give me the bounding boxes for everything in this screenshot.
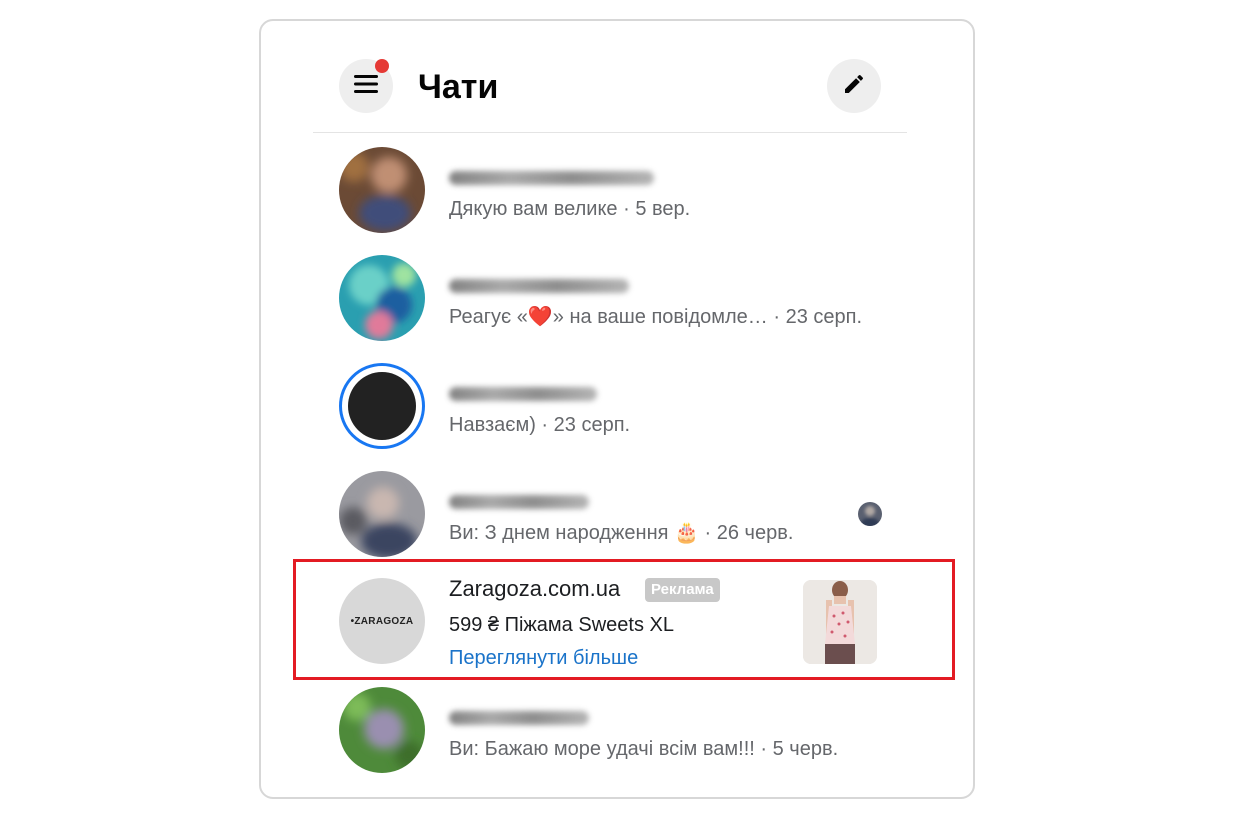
chat-row[interactable]: Дякую вам велике · 5 вер.: [261, 141, 973, 241]
header: Чати: [261, 21, 973, 133]
avatar: [339, 147, 425, 233]
compose-button[interactable]: [827, 59, 881, 113]
advertiser-logo: •ZARAGOZA: [339, 578, 425, 664]
see-more-link[interactable]: Переглянути більше: [449, 645, 638, 671]
page-title: Чати: [418, 68, 499, 106]
menu-button[interactable]: [339, 59, 393, 113]
contact-name-blurred: [449, 171, 654, 185]
header-divider: [313, 132, 907, 133]
pencil-icon: [842, 72, 866, 101]
contact-name-blurred: [449, 387, 597, 401]
contact-name-blurred: [449, 711, 589, 725]
hamburger-menu-icon: [353, 73, 379, 100]
avatar: [339, 471, 425, 557]
chat-row[interactable]: Реагує «❤️» на ваше повідомле… · 23 серп…: [261, 249, 973, 349]
product-thumbnail[interactable]: [803, 580, 877, 664]
sponsored-badge: Реклама: [645, 578, 720, 602]
chat-preview: Реагує «❤️» на ваше повідомле… · 23 серп…: [449, 306, 863, 328]
advertiser-logo-text: •ZARAGOZA: [350, 615, 414, 627]
chat-preview: Ви: З днем народження 🎂 · 26 черв.: [449, 522, 794, 544]
advertiser-name: Zaragoza.com.ua: [449, 576, 621, 601]
chat-row[interactable]: Навзаєм) · 23 серп.: [261, 357, 973, 457]
chat-preview: Дякую вам велике · 5 вер.: [449, 198, 691, 220]
avatar: [348, 372, 416, 440]
avatar: [339, 687, 425, 773]
seen-by-avatar: [858, 502, 882, 526]
chat-preview: Ви: Бажаю море удачі всім вам!!! · 5 чер…: [449, 738, 839, 760]
notification-dot: [375, 59, 389, 73]
contact-name-blurred: [449, 495, 589, 509]
chats-panel: Чати Дякую вам велике · 5 вер. Реагує «❤…: [259, 19, 975, 799]
avatar-story-ring: [339, 363, 425, 449]
chat-preview: Навзаєм) · 23 серп.: [449, 414, 631, 436]
avatar: [339, 255, 425, 341]
ad-product-text: 599 ₴ Піжама Sweets XL: [449, 614, 674, 636]
chat-row[interactable]: Ви: Бажаю море удачі всім вам!!! · 5 чер…: [261, 681, 973, 781]
contact-name-blurred: [449, 279, 629, 293]
